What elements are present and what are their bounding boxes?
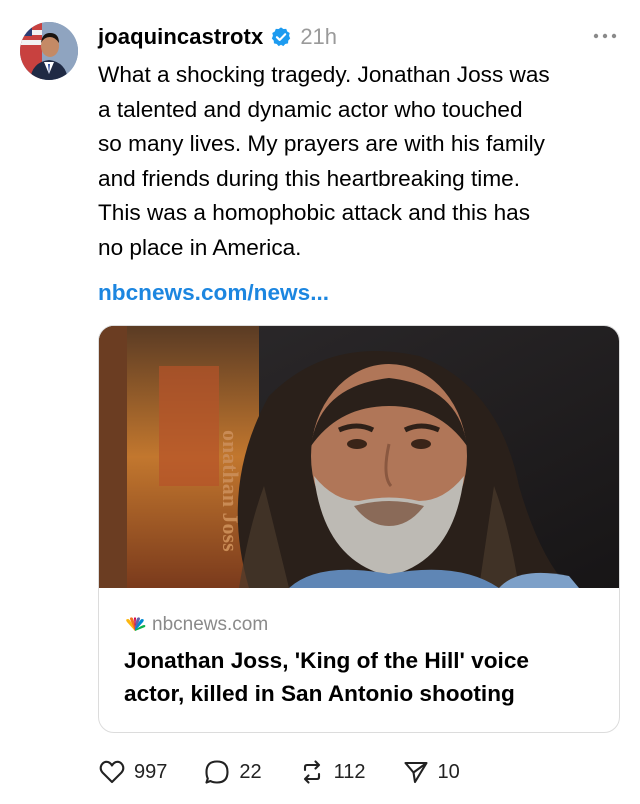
heart-icon [99, 760, 125, 784]
post-text: What a shocking tragedy. Jonathan Joss w… [98, 62, 550, 260]
card-title[interactable]: Jonathan Joss, 'King of the Hill' voice … [124, 644, 594, 710]
share-count: 10 [437, 760, 460, 783]
action-bar: 997 22 112 10 [98, 754, 496, 790]
link-preview-card[interactable]: onathan Joss nbcnews.com Jonathan Joss, … [98, 325, 620, 733]
like-count: 997 [134, 760, 168, 783]
article-image: onathan Joss [99, 326, 619, 588]
nbc-peacock-icon [126, 617, 146, 631]
card-source: nbcnews.com [124, 614, 268, 636]
repost-count: 112 [333, 760, 366, 783]
verified-badge-icon [272, 27, 291, 47]
more-options-icon[interactable] [590, 24, 620, 48]
card-domain: nbcnews.com [152, 614, 269, 635]
like-button[interactable]: 997 [98, 758, 167, 786]
reply-button[interactable]: 22 [203, 758, 262, 786]
post-link[interactable]: nbcnews.com/news... [98, 280, 329, 306]
avatar-image [20, 22, 78, 80]
repost-button[interactable]: 112 [298, 758, 366, 786]
avatar[interactable] [20, 22, 78, 80]
repost-icon [303, 760, 320, 784]
share-send-icon [403, 761, 428, 784]
timestamp: 21h [300, 24, 338, 49]
username[interactable]: joaquincastrotx [98, 24, 263, 50]
reply-count: 22 [239, 760, 262, 783]
post-header: joaquincastrotx 21h [98, 20, 337, 54]
comment-bubble-icon [205, 760, 229, 784]
share-button[interactable]: 10 [402, 758, 460, 786]
